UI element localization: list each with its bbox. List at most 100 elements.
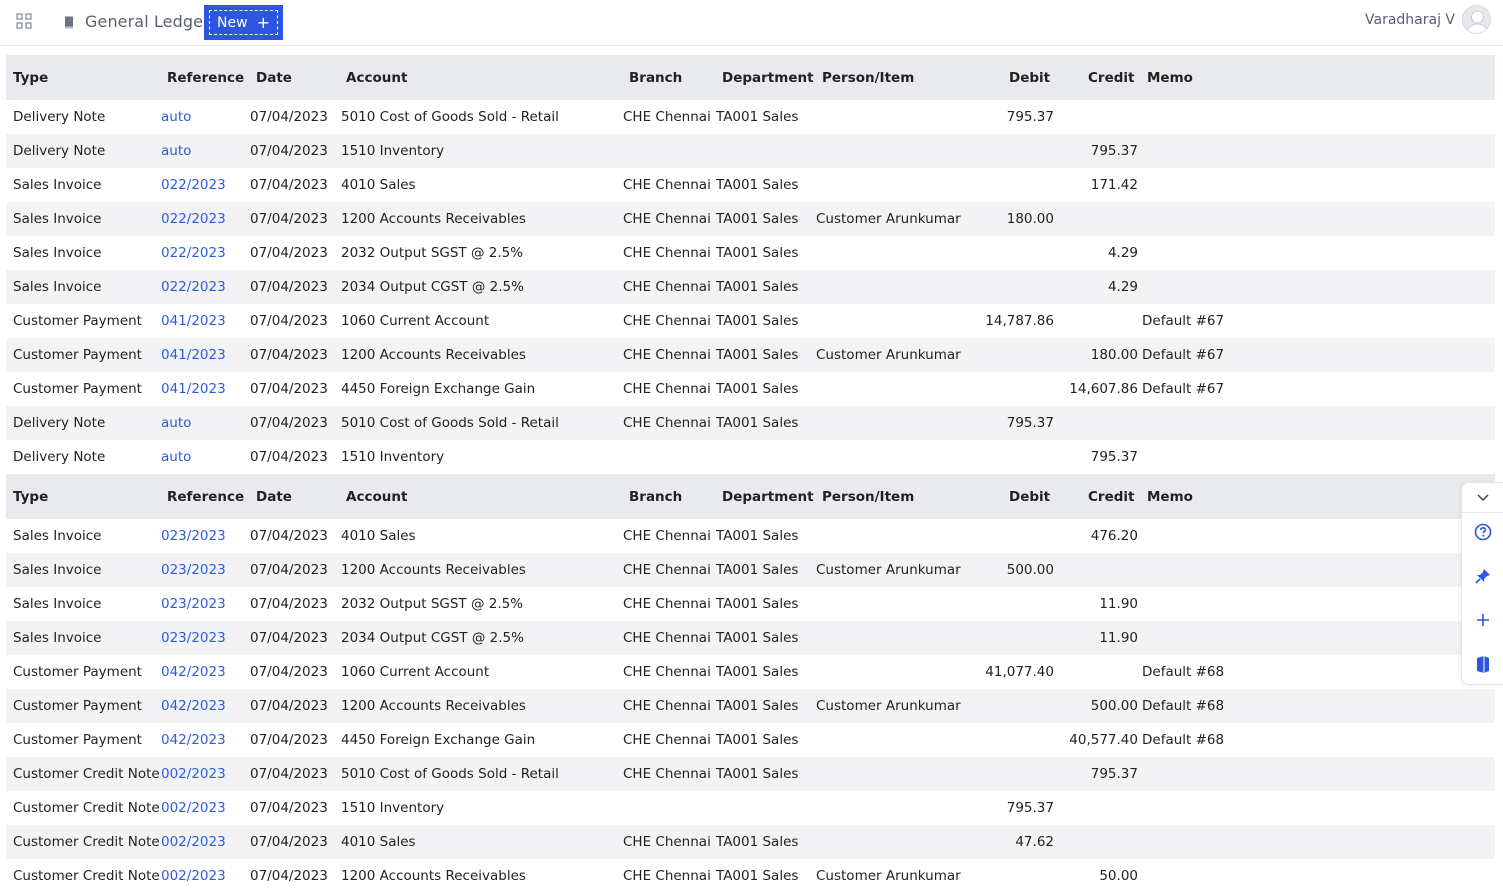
cell-account: 4010 Sales <box>341 834 416 850</box>
table-row[interactable]: Customer Credit Note 002/2023 07/04/2023 40… <box>6 825 1495 859</box>
cell-reference[interactable]: 041/2023 <box>161 304 246 338</box>
cell-reference[interactable]: 002/2023 <box>161 825 246 859</box>
cell-type: Customer Payment <box>13 698 142 714</box>
cell-department: TA001 Sales <box>716 347 799 363</box>
cell-date: 07/04/2023 <box>250 415 328 431</box>
table-row[interactable]: Customer Credit Note 002/2023 07/04/2023 15… <box>6 791 1495 825</box>
collapse-chevron-icon[interactable] <box>1462 483 1503 513</box>
new-button[interactable]: New + <box>204 5 283 40</box>
column-header-reference[interactable]: Reference <box>167 474 244 519</box>
table-row[interactable]: Customer Payment 042/2023 07/04/2023 4450 F… <box>6 723 1495 757</box>
column-header-reference[interactable]: Reference <box>167 55 244 100</box>
cell-reference[interactable]: auto <box>161 440 246 474</box>
cell-credit: 14,607.86 <box>1069 381 1138 397</box>
table-row[interactable]: Delivery Note auto 07/04/2023 5010 Cost of … <box>6 406 1495 440</box>
apps-grid-icon[interactable] <box>16 13 32 29</box>
table-row[interactable]: Customer Payment 042/2023 07/04/2023 1200 A… <box>6 689 1495 723</box>
table-row[interactable]: Customer Payment 041/2023 07/04/2023 1200 A… <box>6 338 1495 372</box>
column-header-type[interactable]: Type <box>13 55 48 100</box>
cell-memo: Default #67 <box>1142 347 1225 363</box>
column-header-person-item[interactable]: Person/Item <box>822 474 914 519</box>
cell-reference[interactable]: 041/2023 <box>161 338 246 372</box>
table-row[interactable]: Sales Invoice 023/2023 07/04/2023 2032 Outp… <box>6 587 1495 621</box>
column-header-credit[interactable]: Credit <box>1088 55 1134 100</box>
column-header-memo[interactable]: Memo <box>1147 474 1193 519</box>
cell-reference[interactable]: 023/2023 <box>161 519 246 553</box>
cell-reference[interactable]: 023/2023 <box>161 621 246 655</box>
table-row[interactable]: Customer Credit Note 002/2023 07/04/2023 50… <box>6 757 1495 791</box>
cell-reference[interactable]: 022/2023 <box>161 270 246 304</box>
cell-reference[interactable]: auto <box>161 100 246 134</box>
table-row[interactable]: Sales Invoice 023/2023 07/04/2023 1200 Acco… <box>6 553 1495 587</box>
column-header-debit[interactable]: Debit <box>1009 55 1050 100</box>
table-row[interactable]: Customer Payment 041/2023 07/04/2023 4450 F… <box>6 372 1495 406</box>
table-header-row: Type Reference Date Account Branch Department… <box>6 474 1495 519</box>
column-header-department[interactable]: Department <box>722 474 814 519</box>
table-row[interactable]: Sales Invoice 023/2023 07/04/2023 4010 Sale… <box>6 519 1495 553</box>
cell-reference[interactable]: 023/2023 <box>161 587 246 621</box>
table-row[interactable]: Sales Invoice 023/2023 07/04/2023 2034 Outp… <box>6 621 1495 655</box>
cell-memo <box>1142 270 1232 304</box>
cell-branch: CHE Chennai <box>623 664 711 680</box>
add-icon[interactable] <box>1462 605 1503 635</box>
column-header-debit[interactable]: Debit <box>1009 474 1050 519</box>
cell-reference[interactable]: 022/2023 <box>161 202 246 236</box>
user-name[interactable]: Varadharaj V <box>1365 12 1455 28</box>
table-row[interactable]: Sales Invoice 022/2023 07/04/2023 4010 Sale… <box>6 168 1495 202</box>
cell-reference[interactable]: 041/2023 <box>161 372 246 406</box>
help-icon[interactable] <box>1462 517 1503 547</box>
cell-account: 4010 Sales <box>341 528 416 544</box>
user-avatar-icon[interactable] <box>1462 5 1491 34</box>
cell-reference[interactable]: auto <box>161 406 246 440</box>
table-row[interactable]: Delivery Note auto 07/04/2023 1510 Inventor… <box>6 440 1495 474</box>
table-row[interactable]: Customer Payment 042/2023 07/04/2023 1060 C… <box>6 655 1495 689</box>
cell-person <box>816 134 966 168</box>
cell-credit <box>1036 825 1138 859</box>
cell-reference[interactable]: 002/2023 <box>161 859 246 891</box>
cell-branch: CHE Chennai <box>623 381 711 397</box>
cell-reference[interactable]: 002/2023 <box>161 757 246 791</box>
table-row[interactable]: Customer Credit Note 002/2023 07/04/2023 12… <box>6 859 1495 891</box>
cell-reference[interactable]: 042/2023 <box>161 723 246 757</box>
cell-type: Sales Invoice <box>13 279 102 295</box>
column-header-branch[interactable]: Branch <box>629 474 682 519</box>
table-row[interactable]: Delivery Note auto 07/04/2023 1510 Inventor… <box>6 134 1495 168</box>
cell-person <box>816 440 966 474</box>
column-header-person-item[interactable]: Person/Item <box>822 55 914 100</box>
column-header-type[interactable]: Type <box>13 474 48 519</box>
cell-memo <box>1142 440 1232 474</box>
cell-memo <box>1142 236 1232 270</box>
cell-person <box>816 372 966 406</box>
column-header-account[interactable]: Account <box>346 55 407 100</box>
cell-memo <box>1142 757 1232 791</box>
cell-reference[interactable]: 042/2023 <box>161 655 246 689</box>
cell-reference[interactable]: auto <box>161 134 246 168</box>
column-header-date[interactable]: Date <box>256 474 292 519</box>
table-row[interactable]: Delivery Note auto 07/04/2023 5010 Cost of … <box>6 100 1495 134</box>
cell-type: Customer Credit Note <box>13 800 160 816</box>
cell-type: Customer Payment <box>13 664 142 680</box>
column-header-memo[interactable]: Memo <box>1147 55 1193 100</box>
column-header-department[interactable]: Department <box>722 55 814 100</box>
table-row[interactable]: Customer Payment 041/2023 07/04/2023 1060 C… <box>6 304 1495 338</box>
cell-branch: CHE Chennai <box>623 109 711 125</box>
cell-person <box>816 655 966 689</box>
table-row[interactable]: Sales Invoice 022/2023 07/04/2023 2034 Outp… <box>6 270 1495 304</box>
cell-reference[interactable]: 002/2023 <box>161 791 246 825</box>
cell-branch: CHE Chennai <box>623 245 711 261</box>
cell-reference[interactable]: 042/2023 <box>161 689 246 723</box>
cell-reference[interactable]: 023/2023 <box>161 553 246 587</box>
cell-reference[interactable]: 022/2023 <box>161 168 246 202</box>
cell-reference[interactable]: 022/2023 <box>161 236 246 270</box>
table-row[interactable]: Sales Invoice 022/2023 07/04/2023 1200 Acco… <box>6 202 1495 236</box>
column-header-credit[interactable]: Credit <box>1088 474 1134 519</box>
column-header-account[interactable]: Account <box>346 474 407 519</box>
cell-department: TA001 Sales <box>716 630 799 646</box>
column-header-date[interactable]: Date <box>256 55 292 100</box>
cell-type: Delivery Note <box>13 449 106 465</box>
pin-icon[interactable] <box>1462 561 1503 591</box>
cell-credit: 40,577.40 <box>1069 732 1138 748</box>
column-header-branch[interactable]: Branch <box>629 55 682 100</box>
book-icon[interactable] <box>1462 649 1503 679</box>
table-row[interactable]: Sales Invoice 022/2023 07/04/2023 2032 Outp… <box>6 236 1495 270</box>
